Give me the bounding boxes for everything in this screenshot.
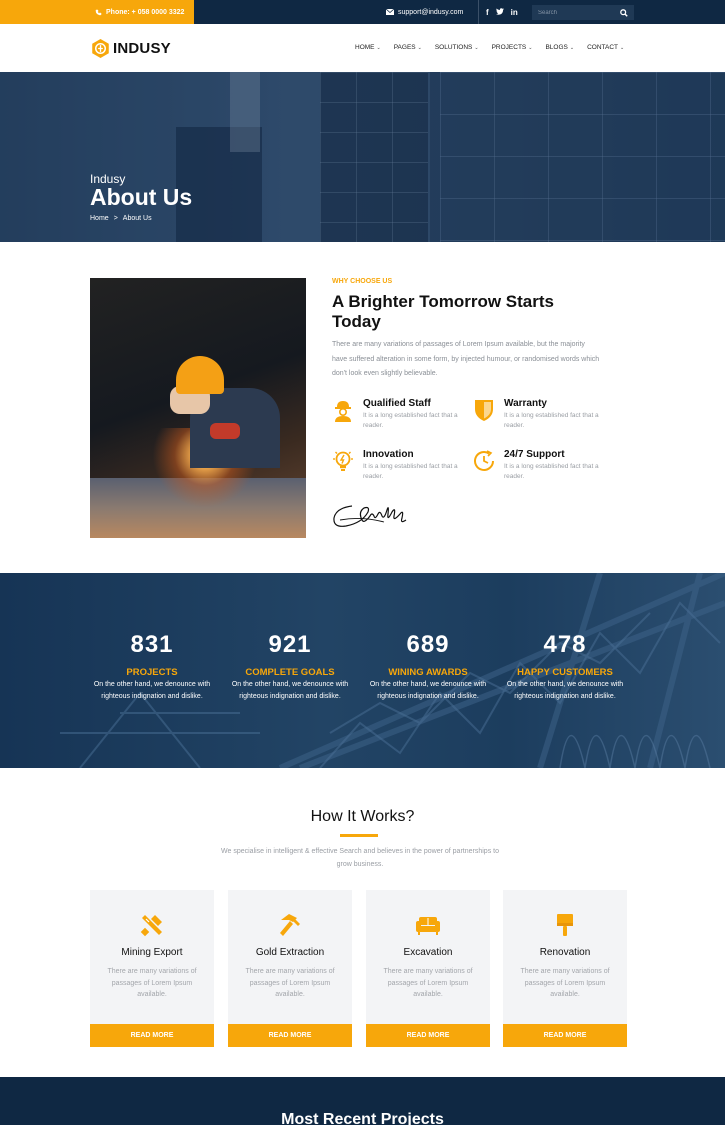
logo-text: INDUSY [113, 40, 171, 57]
feature-title: 24/7 Support [504, 449, 565, 460]
email-text: support@indusy.com [398, 8, 464, 16]
read-more-button[interactable]: READ MORE [228, 1024, 352, 1047]
page-title: About Us [90, 184, 193, 210]
stat-label: COMPLETE GOALS [245, 667, 335, 678]
shield-icon [475, 400, 493, 421]
stat-desc: On the other hand, we denounce with righ… [231, 681, 349, 700]
chevron-down-icon: ⌄ [528, 44, 533, 51]
recent-projects-section: Most Recent Projects [0, 1077, 725, 1125]
sofa-icon [416, 917, 440, 935]
stat-happy-customers: 478 HAPPY CUSTOMERS On the other hand, w… [503, 631, 627, 703]
card-text: There are many variations of passages of… [520, 968, 610, 998]
phone-text: Phone: + 058 0000 3322 [106, 8, 185, 16]
breadcrumb-home[interactable]: Home [90, 215, 109, 222]
signature-image [333, 505, 407, 527]
feature-title: Qualified Staff [363, 398, 431, 409]
section-title: A Brighter Tomorrow Starts Today [332, 292, 554, 331]
card-text: There are many variations of passages of… [383, 968, 473, 998]
stat-complete-goals: 921 COMPLETE GOALS On the other hand, we… [228, 631, 352, 703]
stat-wining-awards: 689 WINING AWARDS On the other hand, we … [366, 631, 490, 703]
chevron-down-icon: ⌄ [376, 44, 381, 51]
twitter-icon[interactable] [495, 7, 504, 17]
read-more-button[interactable]: READ MORE [90, 1024, 214, 1047]
phone-icon [95, 9, 102, 15]
card-text: There are many variations of passages of… [245, 968, 335, 998]
stat-desc: On the other hand, we denounce with righ… [506, 681, 624, 700]
read-more-button[interactable]: READ MORE [366, 1024, 490, 1047]
stat-label: WINING AWARDS [388, 667, 468, 678]
welder-photo [90, 278, 306, 538]
main-header: INDUSY HOME ⌄ PAGES ⌄ SOLUTIONS ⌄ PROJECTS ⌄… [0, 24, 725, 72]
site-logo[interactable]: INDUSY [91, 39, 171, 58]
title-underline [340, 834, 378, 837]
nav-solutions[interactable]: SOLUTIONS ⌄ [435, 44, 479, 51]
read-more-button[interactable]: READ MORE [503, 1024, 627, 1047]
paint-brush-icon [557, 914, 573, 936]
breadcrumb-separator: > [113, 215, 118, 222]
section-text: There are many variations of passages of… [332, 341, 600, 377]
stat-label: PROJECTS [126, 667, 178, 678]
worker-icon [335, 401, 351, 422]
card-title: Excavation [403, 947, 453, 958]
section-title: Most Recent Projects [281, 1111, 444, 1125]
breadcrumb-current: About Us [122, 215, 152, 222]
service-card-gold-extraction: Gold Extraction There are many variation… [228, 890, 352, 1047]
feature-desc: It is a long established fact that a rea… [363, 463, 458, 480]
envelope-icon [386, 9, 394, 15]
stat-projects: 831 PROJECTS On the other hand, we denou… [90, 631, 214, 703]
phone-contact[interactable]: Phone: + 058 0000 3322 [0, 0, 194, 24]
nav-pages[interactable]: PAGES ⌄ [394, 44, 422, 51]
email-contact[interactable]: support@indusy.com [386, 0, 463, 24]
nav-blogs[interactable]: BLOGS ⌄ [545, 44, 574, 51]
facebook-icon[interactable]: f [486, 8, 489, 17]
feature-desc: It is a long established fact that a rea… [363, 412, 458, 429]
stat-number: 921 [268, 631, 312, 658]
how-title: How It Works? [310, 808, 415, 825]
search-icon[interactable] [620, 8, 628, 17]
card-title: Renovation [539, 947, 591, 958]
service-card-excavation: Excavation There are many variations of … [366, 890, 490, 1047]
stat-number: 831 [130, 631, 174, 658]
card-text: There are many variations of passages of… [107, 968, 197, 998]
lightbulb-icon [333, 451, 353, 471]
chevron-down-icon: ⌄ [569, 44, 575, 51]
nav-home[interactable]: HOME ⌄ [355, 44, 381, 51]
nav-contact[interactable]: CONTACT ⌄ [587, 44, 624, 51]
breadcrumb: Home > About Us [90, 215, 152, 222]
feature-title: Innovation [363, 449, 414, 460]
service-card-mining-export: Mining Export There are many variations … [90, 890, 214, 1047]
feature-title: Warranty [504, 398, 547, 409]
tools-icon [140, 915, 162, 937]
stats-section: 831 PROJECTS On the other hand, we denou… [0, 573, 725, 768]
section-label: WHY CHOOSE US [332, 278, 393, 285]
how-text: We specialise in intelligent & effective… [221, 848, 499, 868]
hammer-icon [280, 914, 300, 936]
stat-label: HAPPY CUSTOMERS [517, 667, 613, 678]
card-title: Mining Export [121, 947, 183, 958]
stat-desc: On the other hand, we denounce with righ… [93, 681, 211, 700]
feature-desc: It is a long established fact that a rea… [504, 412, 599, 429]
chevron-down-icon: ⌄ [620, 44, 625, 51]
social-links: f in [478, 0, 525, 24]
nav-projects[interactable]: PROJECTS ⌄ [492, 44, 533, 51]
stat-number: 478 [543, 631, 587, 658]
main-nav: HOME ⌄ PAGES ⌄ SOLUTIONS ⌄ PROJECTS ⌄ BLOGS ⌄… [355, 44, 637, 51]
feature-desc: It is a long established fact that a rea… [504, 463, 599, 480]
card-title: Gold Extraction [255, 947, 325, 958]
chevron-down-icon: ⌄ [474, 44, 479, 51]
stat-desc: On the other hand, we denounce with righ… [369, 681, 487, 700]
search-input[interactable] [538, 9, 608, 16]
linkedin-icon[interactable]: in [511, 8, 518, 17]
page-hero: Indusy About Us Home > About Us [0, 72, 725, 242]
search-box[interactable] [532, 5, 634, 20]
stat-number: 689 [406, 631, 450, 658]
clock-icon [474, 450, 494, 471]
chevron-down-icon: ⌄ [417, 44, 422, 51]
top-bar: Phone: + 058 0000 3322 support@indusy.co… [0, 0, 725, 24]
logo-icon [92, 39, 109, 58]
service-card-renovation: Renovation There are many variations of … [503, 890, 627, 1047]
